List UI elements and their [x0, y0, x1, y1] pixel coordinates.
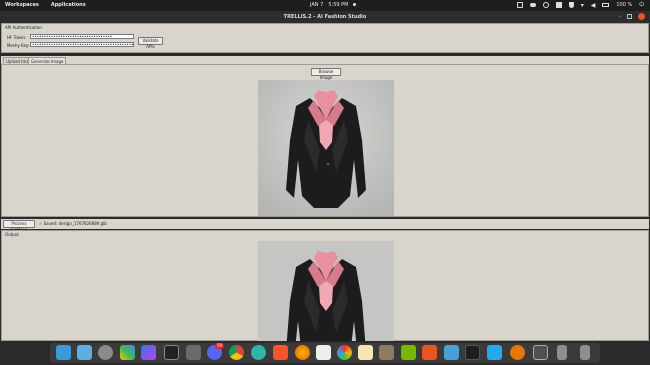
- upload-panel: Browse Image: [1, 64, 649, 217]
- app-window: API Authentication HF Token: •••••••••••…: [0, 23, 650, 341]
- output-image-preview: [258, 241, 394, 341]
- chrome-icon[interactable]: [229, 345, 244, 360]
- hf-token-input[interactable]: ••••••••••••••••••••••••••••••••••: [30, 34, 134, 39]
- maximize-button[interactable]: [627, 14, 632, 19]
- blazer-image: [258, 80, 394, 216]
- clock-time[interactable]: 5:59 PM: [328, 2, 348, 8]
- tray-shield-icon[interactable]: [568, 2, 574, 8]
- photo-icon[interactable]: [444, 345, 459, 360]
- output-panel: Output: [1, 230, 649, 341]
- inkscape-icon[interactable]: [533, 345, 548, 360]
- screenshot-icon[interactable]: [56, 345, 71, 360]
- video-icon[interactable]: [337, 345, 352, 360]
- battery-percent[interactable]: 100 %: [616, 2, 632, 8]
- gimp-icon[interactable]: [379, 345, 394, 360]
- output-header: Output: [5, 232, 19, 237]
- tray-app-icon[interactable]: [516, 2, 523, 8]
- notification-dot-icon: [353, 3, 357, 6]
- brave-icon[interactable]: [273, 345, 288, 360]
- paint-icon[interactable]: [358, 345, 373, 360]
- ubuntu-software-icon[interactable]: [251, 345, 266, 360]
- volume-icon[interactable]: ◀: [591, 2, 596, 9]
- apps-grid-icon[interactable]: [120, 345, 135, 360]
- hf-token-label: HF Token:: [7, 35, 27, 40]
- wifi-icon[interactable]: ▾: [581, 2, 584, 9]
- nvidia-icon[interactable]: [401, 345, 416, 360]
- api-auth-header: API Authentication: [5, 25, 42, 30]
- tray-grid-icon[interactable]: [555, 2, 562, 8]
- image-edit-icon[interactable]: [465, 345, 480, 360]
- usb-drive-2-icon[interactable]: [580, 345, 590, 360]
- battery-icon[interactable]: [602, 3, 610, 7]
- mode-tabs: Upload Image Generate Image: [1, 56, 649, 64]
- system-topbar: Workspaces Applications JAN 7 5:59 PM ▾ …: [0, 0, 650, 11]
- uploaded-image-preview: [258, 80, 394, 216]
- validate-apis-button[interactable]: Validate APIs: [138, 37, 163, 49]
- copilot-icon[interactable]: [141, 345, 156, 360]
- power-icon[interactable]: ⏻: [639, 1, 644, 9]
- usb-drive-icon[interactable]: [557, 345, 567, 360]
- api-auth-panel: API Authentication HF Token: •••••••••••…: [1, 23, 649, 53]
- process-clothing-button[interactable]: Process Clothing: [3, 220, 35, 232]
- tab-generate-image[interactable]: Generate Image: [28, 57, 67, 64]
- status-row: Process Clothing ✓ Saved: design_1767826…: [1, 219, 649, 232]
- tray-steam-icon[interactable]: [542, 2, 549, 8]
- close-button[interactable]: [638, 13, 645, 20]
- terminal-icon[interactable]: [164, 345, 179, 360]
- clapper-icon[interactable]: [422, 345, 437, 360]
- files-icon[interactable]: [186, 345, 201, 360]
- document-viewer-icon[interactable]: [316, 345, 331, 360]
- tray-cloud-icon[interactable]: [529, 3, 536, 7]
- firefox-icon[interactable]: [295, 345, 310, 360]
- image-viewer-icon[interactable]: [77, 345, 92, 360]
- discord-badge: 59: [215, 343, 224, 349]
- window-titlebar[interactable]: TRELLIS.2 - AI Fashion Studio –: [0, 11, 650, 23]
- browse-image-button[interactable]: Browse Image: [311, 68, 341, 80]
- vscode-icon[interactable]: [487, 345, 502, 360]
- minimize-button[interactable]: –: [619, 14, 622, 20]
- applications-menu[interactable]: Applications: [51, 2, 86, 8]
- settings-icon[interactable]: [98, 345, 113, 360]
- window-title: TRELLIS.2 - AI Fashion Studio: [283, 14, 367, 20]
- meshy-key-label: Meshy Key:: [7, 43, 30, 48]
- status-message: ✓ Saved: design_1767826889.glb: [39, 221, 107, 226]
- dock: 59: [0, 341, 650, 365]
- output-blazer-image: [258, 241, 394, 341]
- clock-date[interactable]: JAN 7: [310, 2, 323, 8]
- blender-icon[interactable]: [510, 345, 525, 360]
- workspaces-menu[interactable]: Workspaces: [5, 2, 39, 8]
- meshy-key-input[interactable]: ••••••••••••••••••••••••••••••••••••••••…: [30, 42, 134, 47]
